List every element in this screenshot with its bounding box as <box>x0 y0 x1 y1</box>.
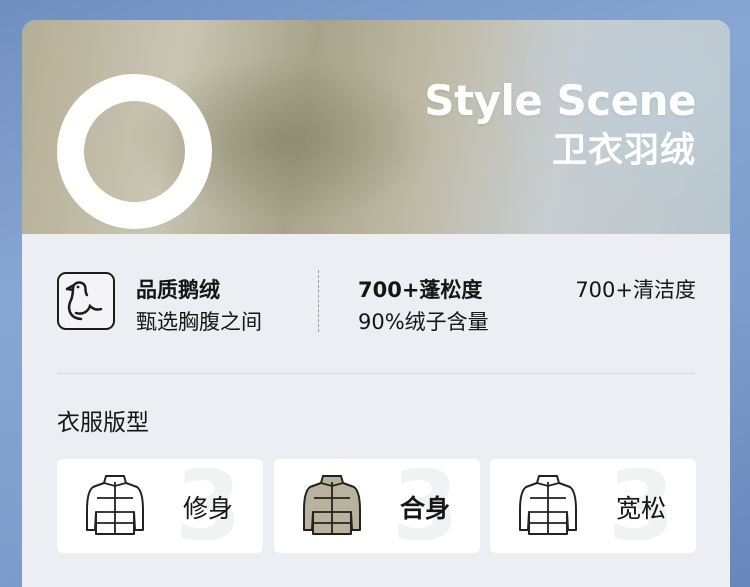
fit-option-regular[interactable]: 3 合身 <box>274 459 480 553</box>
style-scene-banner: Style Scene 卫衣羽绒 <box>22 20 730 234</box>
puffer-jacket-icon <box>519 475 577 535</box>
puffer-jacket-icon <box>303 475 361 535</box>
feature-goose-down-title: 品质鹅绒 <box>136 278 220 302</box>
banner-title: Style Scene <box>424 76 696 125</box>
banner-subtitle: 卫衣羽绒 <box>551 131 696 171</box>
section-divider <box>57 373 695 374</box>
fit-option-slim[interactable]: 3 修身 <box>57 459 263 553</box>
feature-divider <box>318 270 319 332</box>
feature-row: 品质鹅绒 甄选胸腹之间 700+蓬松度 90%绒子含量 700+清洁度 <box>22 234 730 374</box>
fit-option-label: 宽松 <box>615 494 666 523</box>
ring-logo-icon <box>57 74 212 229</box>
fit-option-label: 修身 <box>182 494 233 523</box>
puffer-jacket-icon <box>86 475 144 535</box>
fit-option-loose[interactable]: 3 宽松 <box>490 459 696 553</box>
goose-icon <box>57 272 115 330</box>
feature-goose-down-subtitle: 甄选胸腹之间 <box>136 310 262 334</box>
feature-fill-power-title: 700+蓬松度 <box>358 278 483 302</box>
product-card: Style Scene 卫衣羽绒 品质鹅绒 甄选胸腹之间 700+蓬松度 90%… <box>22 20 730 587</box>
fit-option-label: 合身 <box>399 494 450 523</box>
feature-cleanliness-title: 700+清洁度 <box>575 278 696 302</box>
feature-fill-power-subtitle: 90%绒子含量 <box>358 310 489 334</box>
fit-section-title: 衣服版型 <box>57 410 149 436</box>
